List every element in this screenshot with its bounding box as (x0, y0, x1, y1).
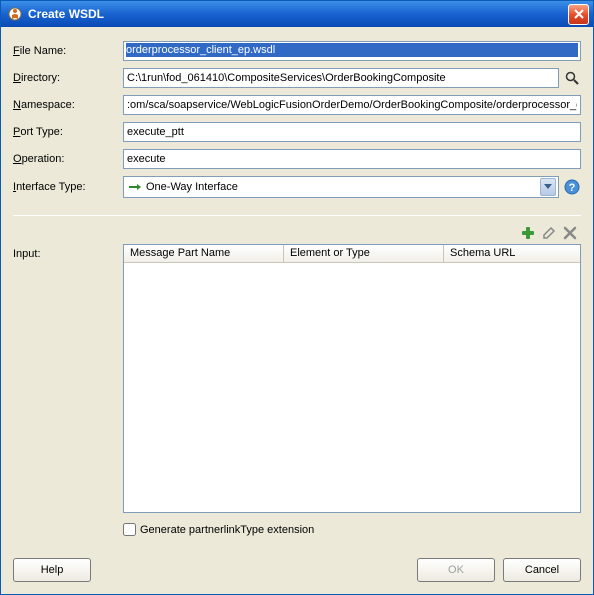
input-table[interactable]: Message Part Name Element or Type Schema… (123, 244, 581, 513)
table-header: Message Part Name Element or Type Schema… (124, 245, 580, 263)
edit-icon[interactable] (540, 224, 558, 242)
generate-partnerlink-checkbox[interactable] (123, 523, 136, 536)
directory-label: Directory: (13, 72, 123, 84)
file-name-label: File Name: (13, 45, 123, 57)
table-toolbar (123, 224, 581, 242)
add-icon[interactable] (519, 224, 537, 242)
input-label: Input: (13, 224, 123, 540)
content-area: File Name: orderprocessor_client_ep.wsdl… (1, 27, 593, 550)
divider (13, 215, 581, 216)
delete-icon[interactable] (561, 224, 579, 242)
chevron-down-icon (540, 178, 556, 196)
namespace-label: Namespace: (13, 99, 123, 111)
svg-text:?: ? (569, 182, 576, 194)
port-type-label: Port Type: (13, 126, 123, 138)
interface-type-label: Interface Type: (13, 181, 123, 193)
port-type-input[interactable] (123, 122, 581, 142)
ok-button[interactable]: OK (417, 558, 495, 582)
window-title: Create WSDL (28, 7, 568, 21)
interface-type-combo[interactable]: One-Way Interface (123, 176, 559, 198)
operation-input[interactable] (123, 149, 581, 169)
titlebar: Create WSDL (1, 1, 593, 27)
col-message-part[interactable]: Message Part Name (124, 245, 284, 262)
directory-input[interactable] (123, 68, 559, 88)
browse-icon[interactable] (563, 69, 581, 87)
footer: Help OK Cancel (1, 550, 593, 594)
operation-label: Operation: (13, 153, 123, 165)
cancel-button[interactable]: Cancel (503, 558, 581, 582)
col-element-type[interactable]: Element or Type (284, 245, 444, 262)
app-icon (7, 6, 23, 22)
create-wsdl-dialog: Create WSDL File Name: orderprocessor_cl… (0, 0, 594, 595)
help-icon[interactable]: ? (563, 178, 581, 196)
generate-partnerlink-label[interactable]: Generate partnerlinkType extension (140, 524, 314, 536)
file-name-input[interactable]: orderprocessor_client_ep.wsdl (123, 41, 581, 61)
oneway-icon (128, 180, 142, 194)
table-body (124, 263, 580, 512)
namespace-input[interactable] (123, 95, 581, 115)
help-button[interactable]: Help (13, 558, 91, 582)
col-schema-url[interactable]: Schema URL (444, 245, 580, 262)
close-button[interactable] (568, 4, 589, 25)
